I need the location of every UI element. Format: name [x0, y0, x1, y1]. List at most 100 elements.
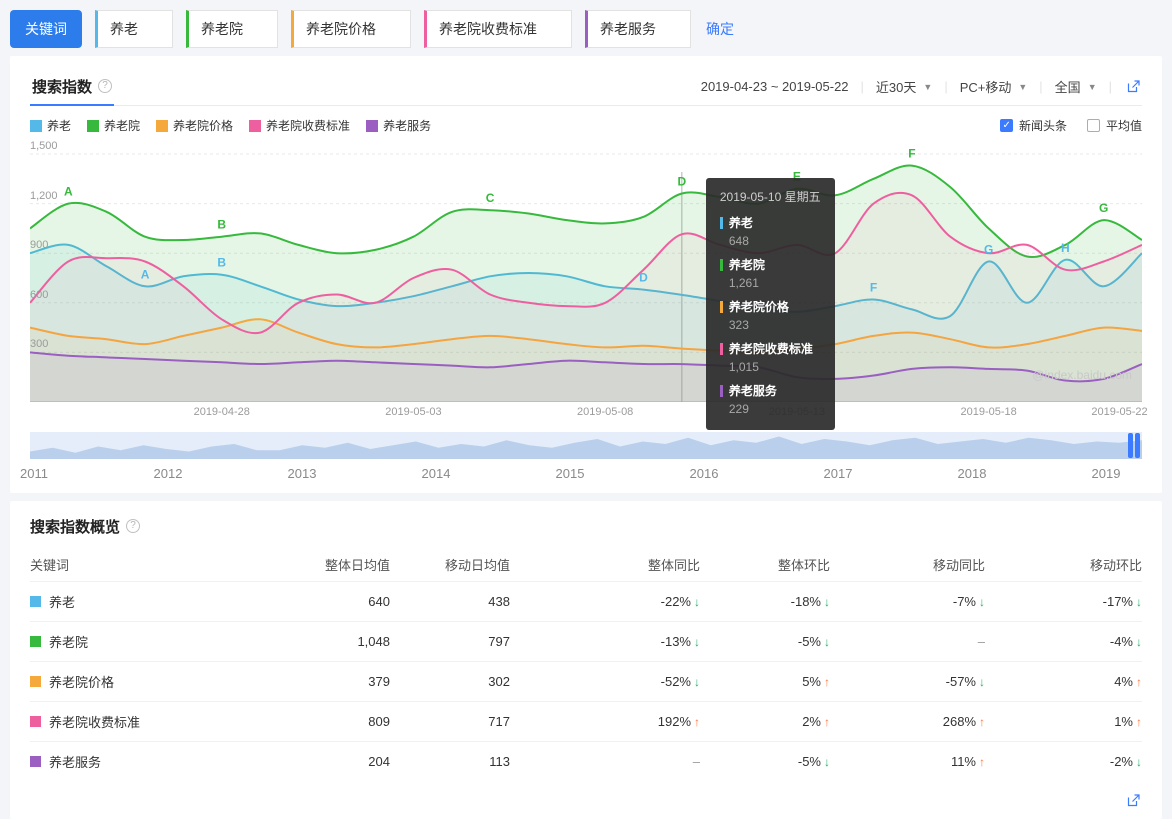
keyword-cell: 养老院	[30, 632, 290, 651]
table-header-cell: 整体日均值	[324, 557, 390, 573]
change-cell: -17% ↓	[1102, 594, 1142, 609]
x-axis-label: 2019-05-03	[385, 406, 442, 418]
region-select[interactable]: 全国 ▼	[1055, 77, 1097, 96]
keyword-color-swatch	[30, 756, 41, 767]
legend-color-swatch	[87, 119, 100, 132]
news-marker-G[interactable]: G	[984, 242, 993, 256]
news-marker-D[interactable]: D	[678, 175, 687, 189]
overall-avg-cell: 1,048	[357, 634, 390, 649]
change-cell: –	[692, 754, 700, 769]
date-range[interactable]: 2019-04-23 ~ 2019-05-22	[701, 79, 849, 94]
news-checkbox-label: 新闻头条	[1018, 119, 1067, 133]
slider-handle[interactable]	[1128, 433, 1140, 458]
avg-checkbox-label: 平均值	[1105, 119, 1142, 133]
table-header-cell: 移动同比	[932, 557, 985, 573]
region-value: 全国	[1054, 80, 1081, 95]
change-cell: 268% ↑	[942, 714, 985, 729]
x-axis: 2019-04-282019-05-032019-05-082019-05-13…	[30, 404, 1148, 424]
legend: 养老 养老院 养老院价格 养老院收费标准 养老服务	[30, 117, 447, 134]
overall-avg-cell: 809	[368, 714, 390, 729]
keyword-input[interactable]: 养老院收费标准	[424, 10, 572, 48]
mobile-avg-cell: 717	[488, 714, 510, 729]
timeline-slider[interactable]	[30, 432, 1142, 459]
table-row[interactable]: 养老院 1,048 797 -13% ↓ -5% ↓ – -4% ↓	[30, 621, 1142, 661]
help-icon[interactable]: ?	[98, 79, 113, 93]
news-marker-G[interactable]: G	[1099, 201, 1108, 215]
change-cell: 11% ↑	[950, 754, 985, 769]
change-cell: -5% ↓	[797, 754, 830, 769]
help-icon[interactable]: ?	[126, 519, 141, 533]
time-range-value: 近30天	[875, 80, 917, 95]
y-axis-label: 900	[30, 239, 49, 252]
divider: |	[1039, 79, 1043, 94]
tab-search-index[interactable]: 搜索指数 ?	[30, 68, 115, 106]
legend-item[interactable]: 养老服务	[366, 117, 431, 134]
average-checkbox[interactable]: 平均值	[1086, 117, 1142, 134]
news-marker-H[interactable]: H	[1061, 241, 1070, 255]
change-cell: -52% ↓	[660, 674, 700, 689]
news-marker-F[interactable]: F	[870, 280, 877, 294]
tooltip-color-bar	[719, 216, 723, 229]
legend-item[interactable]: 养老院	[87, 117, 140, 134]
table-header-cell: 关键词	[30, 557, 70, 573]
table-row[interactable]: 养老院收费标准 809 717 192% ↑ 2% ↑ 268% ↑ 1% ↑	[30, 701, 1142, 741]
y-axis-label: 1,200	[30, 189, 58, 202]
tooltip-color-bar	[719, 258, 723, 271]
overview-panel: 搜索指数概览 ? 关键词 整体日均值 移动日均值 整体同比 整体环比 移动同比 移动环比 养…	[10, 501, 1162, 819]
news-marker-D[interactable]: D	[639, 271, 648, 285]
keyword-cell: 养老	[30, 592, 290, 611]
year-label: 2011	[20, 466, 48, 481]
legend-item[interactable]: 养老院价格	[156, 117, 233, 134]
x-axis-label: 2019-05-18	[960, 406, 1017, 418]
news-marker-B[interactable]: B	[217, 218, 226, 232]
news-headlines-checkbox[interactable]: 新闻头条	[999, 117, 1067, 134]
keyword-input[interactable]: 养老	[95, 10, 173, 48]
tooltip-date: 2019-05-10 星期五	[719, 190, 821, 204]
news-marker-A[interactable]: A	[141, 267, 150, 281]
mobile-avg-cell: 302	[488, 674, 510, 689]
change-cell: 2% ↑	[802, 714, 830, 729]
table-row[interactable]: 养老院价格 379 302 -52% ↓ 5% ↑ -57% ↓ 4% ↑	[30, 661, 1142, 701]
tooltip-item: 养老院 1,261	[719, 256, 821, 290]
x-axis-label: 2019-05-22	[1091, 406, 1148, 418]
change-cell: -57% ↓	[945, 674, 985, 689]
keyword-color-swatch	[30, 716, 41, 727]
keyword-input[interactable]: 养老院价格	[291, 10, 411, 48]
legend-item[interactable]: 养老	[30, 117, 71, 134]
table-row[interactable]: 养老服务 204 113 – -5% ↓ 11% ↑ -2% ↓	[30, 741, 1142, 781]
confirm-button[interactable]: 确定	[706, 19, 734, 39]
keyword-list: 养老 养老院 养老院价格 养老院收费标准 养老服务	[95, 10, 691, 48]
time-range-select[interactable]: 近30天 ▼	[876, 77, 932, 96]
legend-color-swatch	[366, 119, 379, 132]
open-in-new-icon[interactable]	[1124, 791, 1142, 809]
legend-item[interactable]: 养老院收费标准	[249, 117, 350, 134]
change-cell: -4% ↓	[1109, 634, 1142, 649]
open-in-new-icon[interactable]	[1124, 78, 1142, 96]
table-header-row: 关键词 整体日均值 移动日均值 整体同比 整体环比 移动同比 移动环比	[30, 547, 1142, 581]
trend-chart[interactable]: AABBCDDEFFGGH 300 600 900 1,200 1,500 @index…	[29, 140, 1143, 430]
legend-label: 养老院	[104, 119, 141, 133]
search-index-panel: 搜索指数 ? 2019-04-23 ~ 2019-05-22 | 近30天 ▼ …	[10, 56, 1162, 493]
keyword-input[interactable]: 养老服务	[585, 10, 691, 48]
tooltip-series-name: 养老院价格	[719, 298, 821, 315]
table-row[interactable]: 养老 640 438 -22% ↓ -18% ↓ -7% ↓ -17% ↓	[30, 581, 1142, 621]
year-label: 2016	[689, 466, 719, 481]
overview-title: 搜索指数概览	[30, 518, 121, 536]
change-cell: -2% ↓	[1109, 754, 1142, 769]
overview-table: 关键词 整体日均值 移动日均值 整体同比 整体环比 移动同比 移动环比 养老 640 438 -2…	[30, 547, 1142, 781]
tooltip-series-name: 养老院	[719, 256, 821, 273]
tooltip-item: 养老院价格 323	[719, 298, 821, 332]
news-marker-B[interactable]: B	[217, 256, 226, 270]
news-marker-A[interactable]: A	[64, 185, 73, 199]
legend-label: 养老院价格	[173, 119, 234, 133]
tooltip-series-name: 养老	[719, 214, 821, 231]
news-marker-F[interactable]: F	[908, 147, 915, 161]
chart-tooltip: 2019-05-10 星期五 养老 648 养老院 1,261 养老院价格 323 养老院收…	[705, 178, 835, 430]
keywords-label-button[interactable]: 关键词	[10, 10, 82, 48]
divider: |	[944, 79, 948, 94]
tooltip-series-value: 1,261	[728, 276, 759, 290]
news-marker-C[interactable]: C	[486, 191, 495, 205]
device-select[interactable]: PC+移动 ▼	[960, 77, 1028, 96]
keyword-input[interactable]: 养老院	[186, 10, 278, 48]
y-axis-label: 300	[30, 338, 49, 351]
